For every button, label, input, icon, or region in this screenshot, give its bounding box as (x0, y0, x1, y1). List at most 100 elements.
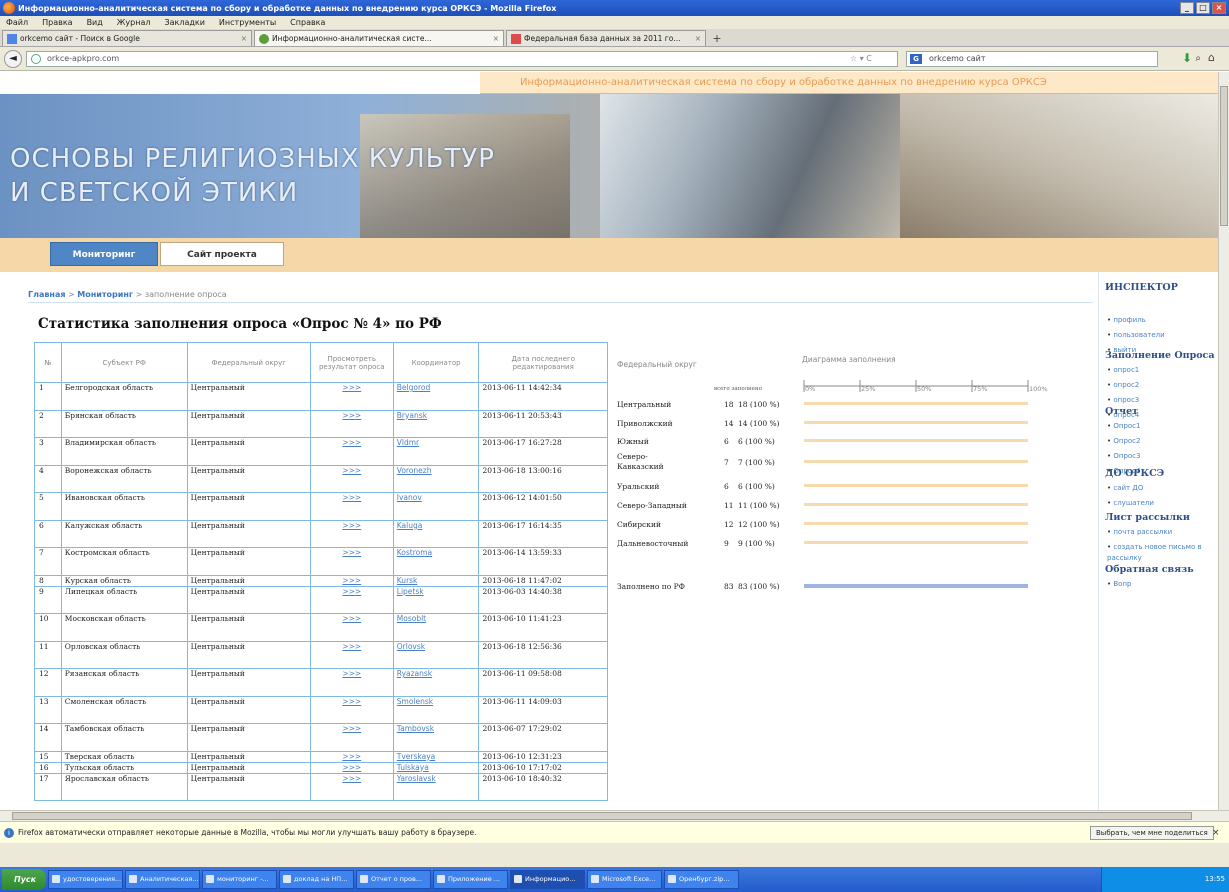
row-coordinator-link[interactable]: Vldmr (392, 437, 480, 466)
row-coordinator-link[interactable]: Belgorod (392, 382, 480, 411)
sidebar-link[interactable]: почта рассылки (1107, 527, 1218, 538)
row-view-link[interactable]: >>> (309, 772, 394, 801)
start-button[interactable]: Пуск (2, 869, 46, 890)
row-coordinator-link[interactable]: Bryansk (392, 409, 480, 438)
tab-close-icon[interactable]: × (493, 34, 499, 43)
menu-file[interactable]: Файл (6, 18, 28, 27)
taskbar-item[interactable]: мониторинг -... (202, 870, 277, 889)
row-coordinator-link[interactable]: Tulskaya (392, 761, 480, 774)
table-row: 2 Брянская область Центральный >>> Bryansk 20… (34, 409, 608, 438)
sidebar-link[interactable]: слушатели (1107, 498, 1164, 509)
row-date: 2013-06-11 09:58:08 (478, 668, 608, 697)
row-view-link[interactable]: >>> (309, 750, 394, 763)
district-filled: 7 (100 %) (738, 458, 775, 467)
row-view-link[interactable]: >>> (309, 409, 394, 438)
sidebar-link[interactable]: сайт ДО (1107, 483, 1164, 494)
sidebar-link[interactable]: Вопр (1107, 579, 1194, 590)
menu-view[interactable]: Вид (87, 18, 103, 27)
notification-close-icon[interactable]: × (1212, 822, 1220, 844)
breadcrumb-home[interactable]: Главная (28, 290, 65, 299)
row-coordinator-link[interactable]: Ivanov (392, 492, 480, 521)
menu-history[interactable]: Журнал (117, 18, 151, 27)
scroll-thumb[interactable] (1220, 86, 1228, 226)
sidebar-link[interactable]: Опрос2 (1107, 436, 1140, 447)
row-view-link[interactable]: >>> (309, 613, 394, 642)
download-icon[interactable]: ⬇ (1182, 51, 1192, 65)
sidebar-link[interactable]: создать новое письмо в рассылку (1107, 542, 1218, 564)
row-view-link[interactable]: >>> (309, 695, 394, 724)
row-view-link[interactable]: >>> (309, 668, 394, 697)
row-view-link[interactable]: >>> (309, 723, 394, 752)
district-total: 7 (724, 458, 729, 467)
row-coordinator-link[interactable]: Yaroslavsk (392, 772, 480, 801)
row-view-link[interactable]: >>> (309, 382, 394, 411)
navigation-toolbar: ◄ orkce-apkpro.com ☆ ▾ C G orkcemo сайт … (0, 47, 1229, 71)
row-coordinator-link[interactable]: Kostroma (392, 547, 480, 576)
row-view-link[interactable]: >>> (309, 437, 394, 466)
taskbar-item[interactable]: Оренбург.zip... (664, 870, 739, 889)
taskbar-item[interactable]: Аналитическая... (125, 870, 200, 889)
taskbar-item[interactable]: Приложение ... (433, 870, 508, 889)
row-coordinator-link[interactable]: Lipetsk (392, 585, 480, 614)
new-tab-button[interactable]: + (708, 30, 726, 46)
sidebar-link[interactable]: пользователи (1107, 330, 1178, 341)
row-coordinator-link[interactable]: Orlovsk (392, 640, 480, 669)
taskbar-item[interactable]: доклад на НП... (279, 870, 354, 889)
browser-tab-monitoring[interactable]: Информационно-аналитическая систе... × (254, 30, 504, 46)
row-coordinator-link[interactable]: Kursk (392, 574, 480, 587)
row-coordinator-link[interactable]: Voronezh (392, 464, 480, 493)
maximize-button[interactable]: □ (1196, 2, 1210, 14)
sidebar-link[interactable]: профиль (1107, 315, 1178, 326)
row-view-link[interactable]: >>> (309, 492, 394, 521)
row-coordinator-link[interactable]: Tambovsk (392, 723, 480, 752)
row-view-link[interactable]: >>> (309, 585, 394, 614)
taskbar-item[interactable]: Отчет о пров... (356, 870, 431, 889)
menu-edit[interactable]: Правка (42, 18, 72, 27)
row-coordinator-link[interactable]: Ryazansk (392, 668, 480, 697)
back-button[interactable]: ◄ (4, 50, 22, 68)
row-number: 7 (34, 547, 62, 576)
row-coordinator-link[interactable]: Mosoblt (392, 613, 480, 642)
row-coordinator-link[interactable]: Kaluga (392, 519, 480, 548)
minimize-button[interactable]: _ (1180, 2, 1194, 14)
row-view-link[interactable]: >>> (309, 761, 394, 774)
sidebar-link[interactable]: Опрос1 (1107, 421, 1140, 432)
close-button[interactable]: × (1212, 2, 1226, 14)
browser-tab-federal-db[interactable]: Федеральная база данных за 2011 го... × (506, 30, 706, 46)
row-coordinator-link[interactable]: Tverskaya (392, 750, 480, 763)
sidebar-link[interactable]: опрос2 (1107, 380, 1215, 391)
search-input[interactable]: G orkcemo сайт ⌕ (906, 51, 1201, 67)
scroll-thumb[interactable] (12, 812, 1192, 820)
taskbar-item[interactable]: Информацио... (510, 870, 585, 889)
row-view-link[interactable]: >>> (309, 574, 394, 587)
url-bar[interactable]: orkce-apkpro.com (26, 51, 898, 67)
row-view-link[interactable]: >>> (309, 640, 394, 669)
browser-tab-google[interactable]: orkcemo сайт - Поиск в Google × (2, 30, 252, 46)
choose-share-button[interactable]: Выбрать, чем мне поделиться (1090, 826, 1214, 840)
sidebar-link[interactable]: опрос3 (1107, 395, 1215, 406)
row-coordinator-link[interactable]: Smolensk (392, 695, 480, 724)
sidebar-link[interactable]: опрос1 (1107, 365, 1215, 376)
search-engine-icon[interactable]: G (910, 54, 922, 64)
taskbar-item[interactable]: Microsoft Exce... (587, 870, 662, 889)
vertical-scrollbar[interactable] (1218, 72, 1229, 810)
menu-help[interactable]: Справка (290, 18, 325, 27)
magnifier-icon[interactable]: ⌕ (1195, 52, 1201, 66)
tab-close-icon[interactable]: × (241, 34, 247, 43)
breadcrumb-monitoring[interactable]: Мониторинг (77, 290, 133, 299)
horizontal-scrollbar[interactable] (0, 810, 1229, 821)
tab-monitoring[interactable]: Мониторинг (50, 242, 158, 266)
tab-project-site[interactable]: Сайт проекта (160, 242, 284, 266)
fill-chart: Федеральный округ Диаграмма заполнения в… (612, 352, 1094, 692)
menu-bookmarks[interactable]: Закладки (164, 18, 204, 27)
menu-tools[interactable]: Инструменты (219, 18, 276, 27)
tab-close-icon[interactable]: × (695, 34, 701, 43)
sidebar-link[interactable]: Опрос3 (1107, 451, 1140, 462)
bookmark-star-icon[interactable]: ☆ ▾ C (850, 54, 872, 63)
row-view-link[interactable]: >>> (309, 519, 394, 548)
row-view-link[interactable]: >>> (309, 547, 394, 576)
row-view-link[interactable]: >>> (309, 464, 394, 493)
home-icon[interactable]: ⌂ (1208, 51, 1215, 64)
taskbar-item[interactable]: удостоверения... (48, 870, 123, 889)
row-subject: Курская область (60, 574, 188, 587)
